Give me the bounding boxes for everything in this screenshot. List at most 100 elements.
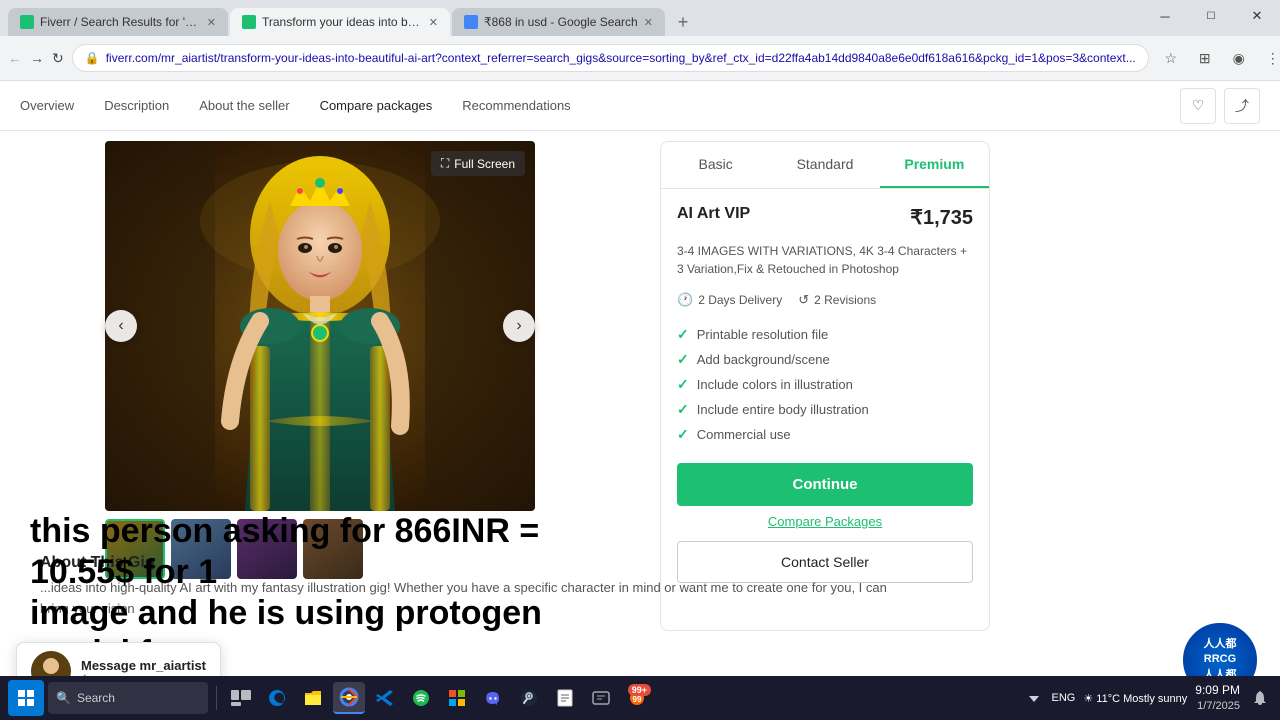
close-button[interactable]: ✕ — [1234, 0, 1280, 32]
nav-description[interactable]: Description — [104, 98, 169, 113]
taskbar-taskview[interactable] — [225, 682, 257, 714]
tab-bar: Fiverr / Search Results for 'ai art' ✕ T… — [0, 0, 1280, 36]
toolbar-icons: ☆ ⊞ ◉ ⋮ — [1157, 44, 1280, 72]
browser-chrome: Fiverr / Search Results for 'ai art' ✕ T… — [0, 0, 1280, 81]
taskbar-notepad[interactable] — [549, 682, 581, 714]
nav-overview[interactable]: Overview — [20, 98, 74, 113]
taskbar-explorer[interactable] — [297, 682, 329, 714]
continue-button[interactable]: Continue — [677, 463, 973, 506]
taskbar-edge[interactable] — [261, 682, 293, 714]
bookmark-star-icon[interactable]: ☆ — [1157, 44, 1185, 72]
address-bar[interactable]: 🔒 fiverr.com/mr_aiartist/transform-your-… — [72, 44, 1149, 72]
feature-4: ✓ Include entire body illustration — [677, 397, 973, 422]
taskbar-spotify[interactable] — [405, 682, 437, 714]
extensions-icon[interactable]: ⊞ — [1191, 44, 1219, 72]
feature-text-3: Include colors in illustration — [697, 377, 853, 392]
package-tabs: Basic Standard Premium — [661, 142, 989, 189]
tab-1-close[interactable]: ✕ — [207, 16, 216, 29]
feature-5: ✓ Commercial use — [677, 422, 973, 447]
minimize-button[interactable]: ─ — [1142, 0, 1188, 32]
revisions-icon: ↺ — [798, 292, 809, 308]
package-description: 3-4 IMAGES WITH VARIATIONS, 4K 3-4 Chara… — [677, 242, 973, 278]
lock-icon: 🔒 — [85, 51, 100, 65]
tab-2-title: Transform your ideas into beaut... — [262, 15, 423, 29]
package-header: AI Art VIP ₹1,735 — [677, 205, 973, 230]
page-navigation: Overview Description About the seller Co… — [0, 81, 1280, 131]
tab-2-close[interactable]: ✕ — [429, 16, 438, 29]
reload-button[interactable]: ↻ — [52, 44, 64, 72]
start-button[interactable] — [8, 680, 44, 716]
taskbar-chrome[interactable] — [333, 682, 365, 714]
search-icon: 🔍 — [56, 691, 71, 705]
tab-3-title: ₹868 in usd - Google Search — [484, 15, 638, 29]
taskbar-right: ENG ☀ 11°C Mostly sunny 9:09 PM 1/7/2025 — [1024, 682, 1273, 714]
taskbar-extra-1[interactable] — [585, 682, 617, 714]
revisions-info: ↺ 2 Revisions — [798, 292, 876, 308]
taskbar-lang: ENG — [1052, 692, 1076, 704]
feature-text-5: Commercial use — [697, 427, 791, 442]
fullscreen-icon: ⛶ — [441, 156, 449, 171]
notification-center[interactable] — [1248, 686, 1272, 710]
tab-2[interactable]: Transform your ideas into beaut... ✕ — [230, 8, 450, 36]
back-button[interactable]: ← — [8, 44, 22, 72]
taskbar-weather: ☀ 11°C Mostly sunny — [1083, 692, 1187, 705]
taskbar-extra-2[interactable]: 99 99+ — [621, 682, 653, 714]
main-image-container: ‹ › ⛶ Full Screen — [105, 141, 535, 511]
nav-compare-packages[interactable]: Compare packages — [320, 98, 433, 113]
profile-icon[interactable]: ◉ — [1225, 44, 1253, 72]
taskbar-windows-store[interactable] — [441, 682, 473, 714]
overlay-line1: this person asking for 866INR = 10.55$ f… — [30, 511, 610, 593]
nav-recommendations[interactable]: Recommendations — [462, 98, 570, 113]
taskbar-search[interactable]: 🔍 Search — [48, 682, 208, 714]
revisions-text: 2 Revisions — [814, 293, 876, 307]
tab-1[interactable]: Fiverr / Search Results for 'ai art' ✕ — [8, 8, 228, 36]
package-meta: 🕐 2 Days Delivery ↺ 2 Revisions — [677, 292, 973, 308]
check-icon-3: ✓ — [677, 376, 689, 393]
gallery-section: ‹ › ⛶ Full Screen this person asking for… — [20, 141, 620, 691]
taskbar-steam[interactable] — [513, 682, 545, 714]
main-image — [105, 141, 535, 511]
next-image-button[interactable]: › — [503, 310, 535, 342]
compare-packages-link[interactable]: Compare Packages — [677, 514, 973, 529]
svg-text:99: 99 — [633, 695, 642, 704]
page-nav-actions: ♡ ⤴ — [1180, 88, 1260, 124]
tab-1-title: Fiverr / Search Results for 'ai art' — [40, 15, 201, 29]
check-icon-5: ✓ — [677, 426, 689, 443]
tab-standard[interactable]: Standard — [770, 142, 879, 188]
package-features: ✓ Printable resolution file ✓ Add backgr… — [677, 322, 973, 447]
forward-button[interactable]: → — [30, 44, 44, 72]
tab-premium[interactable]: Premium — [880, 142, 989, 188]
maximize-button[interactable]: ☐ — [1188, 0, 1234, 32]
menu-icon[interactable]: ⋮ — [1259, 44, 1280, 72]
taskbar-date: 1/7/2025 — [1195, 699, 1240, 714]
feature-1: ✓ Printable resolution file — [677, 322, 973, 347]
check-icon-2: ✓ — [677, 351, 689, 368]
tab-3[interactable]: ₹868 in usd - Google Search ✕ — [452, 8, 665, 36]
share-button[interactable]: ⤴ — [1224, 88, 1260, 124]
feature-text-4: Include entire body illustration — [697, 402, 869, 417]
nav-about-seller[interactable]: About the seller — [199, 98, 289, 113]
check-icon-4: ✓ — [677, 401, 689, 418]
message-title: Message mr_aiartist — [81, 658, 206, 673]
package-price: ₹1,735 — [910, 205, 973, 230]
package-name: AI Art VIP — [677, 205, 750, 223]
feature-text-1: Printable resolution file — [697, 327, 829, 342]
taskbar-clock: 9:09 PM 1/7/2025 — [1195, 682, 1240, 714]
prev-image-button[interactable]: ‹ — [105, 310, 137, 342]
delivery-text: 2 Days Delivery — [698, 293, 782, 307]
clock-icon: 🕐 — [677, 292, 693, 308]
taskbar-discord[interactable] — [477, 682, 509, 714]
address-bar-row: ← → ↻ 🔒 fiverr.com/mr_aiartist/transform… — [0, 36, 1280, 80]
tab-1-favicon — [20, 15, 34, 29]
tab-3-close[interactable]: ✕ — [644, 16, 653, 29]
favorite-button[interactable]: ♡ — [1180, 88, 1216, 124]
notification-badge: 99+ — [628, 684, 651, 696]
tab-2-favicon — [242, 15, 256, 29]
taskbar-vscode[interactable] — [369, 682, 401, 714]
fullscreen-button[interactable]: ⛶ Full Screen — [431, 151, 525, 176]
tab-basic[interactable]: Basic — [661, 142, 770, 188]
taskbar: 🔍 Search — [0, 676, 1280, 720]
feature-2: ✓ Add background/scene — [677, 347, 973, 372]
new-tab-button[interactable]: + — [669, 8, 697, 36]
address-text: fiverr.com/mr_aiartist/transform-your-id… — [106, 51, 1136, 65]
